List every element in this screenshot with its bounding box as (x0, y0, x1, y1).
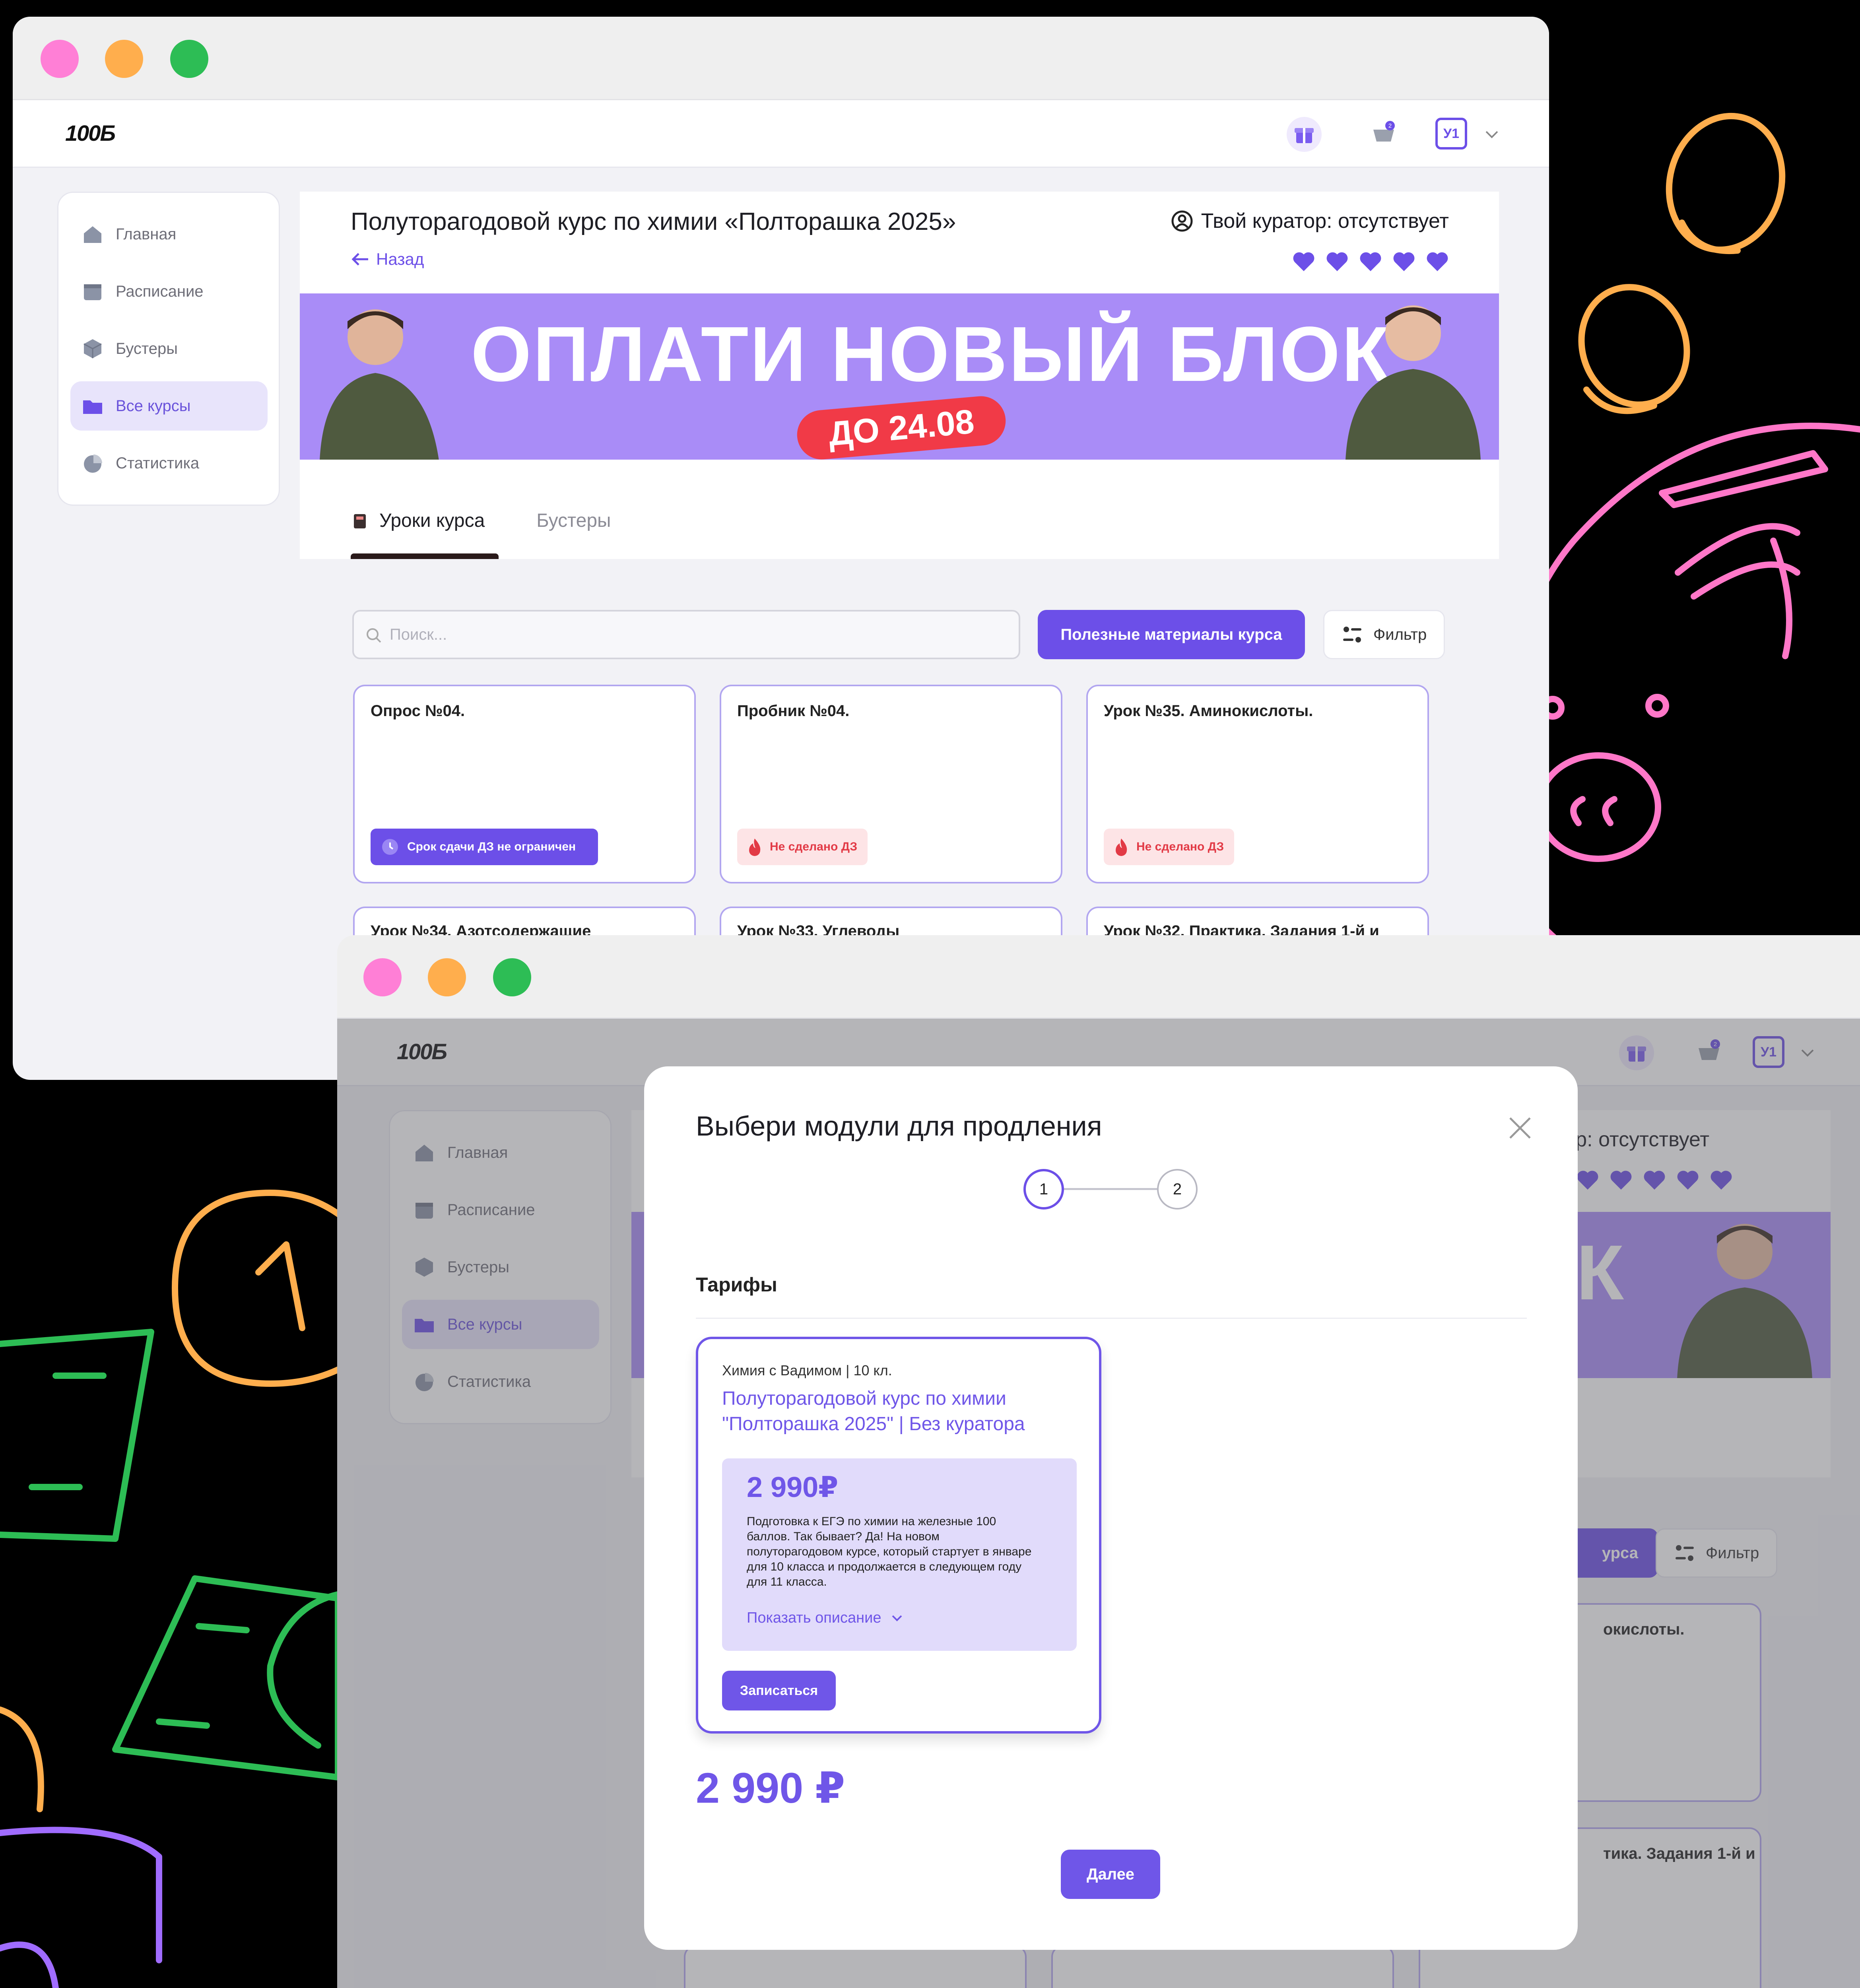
tab-boosters[interactable]: Бустеры (536, 510, 611, 532)
lesson-card[interactable]: Опрос №04. Срок сдачи ДЗ не ограничен (353, 685, 696, 883)
course-header: Полуторагодовой курс по химии «Полторашк… (300, 192, 1499, 559)
heart-icon (1393, 252, 1415, 271)
chevron-down-icon (892, 1615, 902, 1621)
filter-icon (1343, 627, 1361, 643)
tariffs-label: Тарифы (696, 1274, 777, 1296)
coin-icon (1578, 113, 1786, 414)
lesson-card-title: Опрос №04. (371, 702, 465, 720)
sidebar-item-label: Статистика (116, 454, 200, 472)
sidebar: Главная Расписание Бустеры Все курсы Ста… (57, 192, 280, 506)
course-materials-button[interactable]: Полезные материалы курса (1038, 610, 1305, 659)
lesson-card[interactable]: Урок №32. Практика. Задания 1-й и (1086, 907, 1429, 940)
renewal-modal: Выбери модули для продления 1 2 Тарифы Х… (644, 1066, 1578, 1950)
sidebar-item-label: Все курсы (116, 397, 191, 415)
lesson-card-title: Урок №35. Аминокислоты. (1104, 702, 1313, 720)
lesson-card-title: Пробник №04. (737, 702, 850, 720)
homework-status-badge: Не сделано ДЗ (737, 829, 868, 865)
tariff-name: Полуторагодовой курс по химии "Полторашк… (722, 1388, 1025, 1435)
coin-icon (0, 1706, 44, 1812)
svg-text:2: 2 (1388, 122, 1392, 129)
sidebar-item-label: Бустеры (116, 340, 178, 357)
window-titlebar (13, 17, 1549, 100)
stepper-line (1063, 1188, 1159, 1190)
gift-icon[interactable] (1285, 115, 1323, 153)
pie-chart-icon (84, 454, 102, 473)
promo-banner[interactable]: ОПЛАТИ НОВЫЙ БЛОК ДО 24.08 (300, 293, 1499, 460)
lesson-card[interactable]: Урок №35. Аминокислоты. Не сделано ДЗ (1086, 685, 1429, 883)
tutor-photo (320, 309, 439, 460)
window-titlebar (337, 935, 1860, 1019)
heart-icon (1326, 252, 1348, 271)
wallet-icon (0, 1827, 162, 1988)
heart-icon (1427, 252, 1448, 271)
calendar-icon (84, 284, 101, 300)
banknote-icon (0, 1329, 341, 1780)
page-title: Полуторагодовой курс по химии «Полторашк… (351, 208, 956, 235)
active-tab-indicator (351, 553, 499, 559)
search-icon (367, 628, 381, 643)
maximize-window-button[interactable] (170, 40, 208, 78)
maximize-window-button[interactable] (493, 958, 531, 996)
clock-icon (382, 839, 398, 855)
close-icon[interactable] (1506, 1114, 1534, 1142)
course-tabs: Уроки курса Бустеры (351, 510, 611, 532)
back-link[interactable]: Назад (351, 250, 424, 269)
fire-icon (1116, 839, 1127, 856)
step-2[interactable]: 2 (1157, 1169, 1198, 1209)
close-window-button[interactable] (363, 958, 402, 996)
divider (696, 1318, 1527, 1319)
tariff-price-box: 2 990₽ Подготовка к ЕГЭ по химии на желе… (722, 1458, 1077, 1651)
modal-window: 100Б 2 У1 Главная Расписание Бустеры Все… (337, 935, 1860, 1988)
lesson-card[interactable]: Пробник №04. Не сделано ДЗ (720, 685, 1062, 883)
total-price: 2 990 ₽ (696, 1764, 845, 1812)
lives-hearts (1292, 251, 1449, 272)
sidebar-item-label: Главная (116, 225, 177, 243)
heart-icon (1360, 252, 1381, 271)
deadline-badge: Срок сдачи ДЗ не ограничен (371, 829, 598, 865)
signup-button[interactable]: Записаться (722, 1671, 836, 1710)
book-icon (354, 514, 366, 528)
lesson-card[interactable]: Урок №33. Углеводы (720, 907, 1062, 940)
user-circle-icon (1171, 210, 1193, 232)
tutor-photo (1345, 305, 1481, 460)
course-window: 100Б 2 У1 Главная Расписание Бустеры Все… (13, 17, 1549, 1080)
tariff-description: Подготовка к ЕГЭ по химии на железные 10… (747, 1515, 1032, 1588)
top-navigation: 100Б 2 У1 (13, 100, 1549, 168)
avatar[interactable]: У1 (1435, 118, 1467, 149)
tab-lessons[interactable]: Уроки курса (351, 510, 485, 532)
tariff-price: 2 990₽ (747, 1472, 839, 1503)
number-circle-icon (172, 1190, 345, 1387)
cube-icon (83, 339, 102, 358)
sidebar-item-home[interactable]: Главная (70, 210, 268, 259)
folder-icon (83, 400, 102, 414)
step-1[interactable]: 1 (1023, 1169, 1064, 1209)
show-description-link[interactable]: Показать описание (747, 1609, 905, 1627)
sidebar-item-label: Расписание (116, 282, 204, 300)
minimize-window-button[interactable] (428, 958, 466, 996)
fire-icon (749, 839, 761, 856)
sidebar-item-schedule[interactable]: Расписание (70, 267, 268, 316)
close-window-button[interactable] (41, 40, 79, 78)
tariff-subtitle: Химия с Вадимом | 10 кл. (722, 1362, 892, 1378)
home-icon (84, 226, 101, 243)
sidebar-item-all-courses[interactable]: Все курсы (70, 381, 268, 431)
heart-icon (1293, 252, 1314, 271)
app-logo[interactable]: 100Б (65, 120, 116, 146)
sidebar-item-boosters[interactable]: Бустеры (70, 324, 268, 373)
modal-title: Выбери модули для продления (696, 1110, 1102, 1142)
chevron-down-icon[interactable] (1473, 115, 1511, 153)
sidebar-item-statistics[interactable]: Статистика (70, 439, 268, 488)
cart-icon[interactable]: 2 (1365, 115, 1403, 153)
lesson-card[interactable]: Урок №34. Азотсодержащие (353, 907, 696, 940)
arrow-left-icon (351, 253, 368, 266)
next-button[interactable]: Далее (1061, 1850, 1160, 1899)
tariff-card[interactable]: Химия с Вадимом | 10 кл. Полуторагодовой… (696, 1337, 1101, 1734)
search-input[interactable]: Поиск... (352, 610, 1020, 659)
filter-button[interactable]: Фильтр (1323, 610, 1445, 659)
curator-info: Твой куратор: отсутствует (1171, 209, 1449, 233)
homework-status-badge: Не сделано ДЗ (1104, 829, 1235, 865)
minimize-window-button[interactable] (105, 40, 143, 78)
banner-badge: ДО 24.08 (795, 394, 1008, 460)
banner-title: ОПЛАТИ НОВЫЙ БЛОК (471, 311, 1391, 398)
